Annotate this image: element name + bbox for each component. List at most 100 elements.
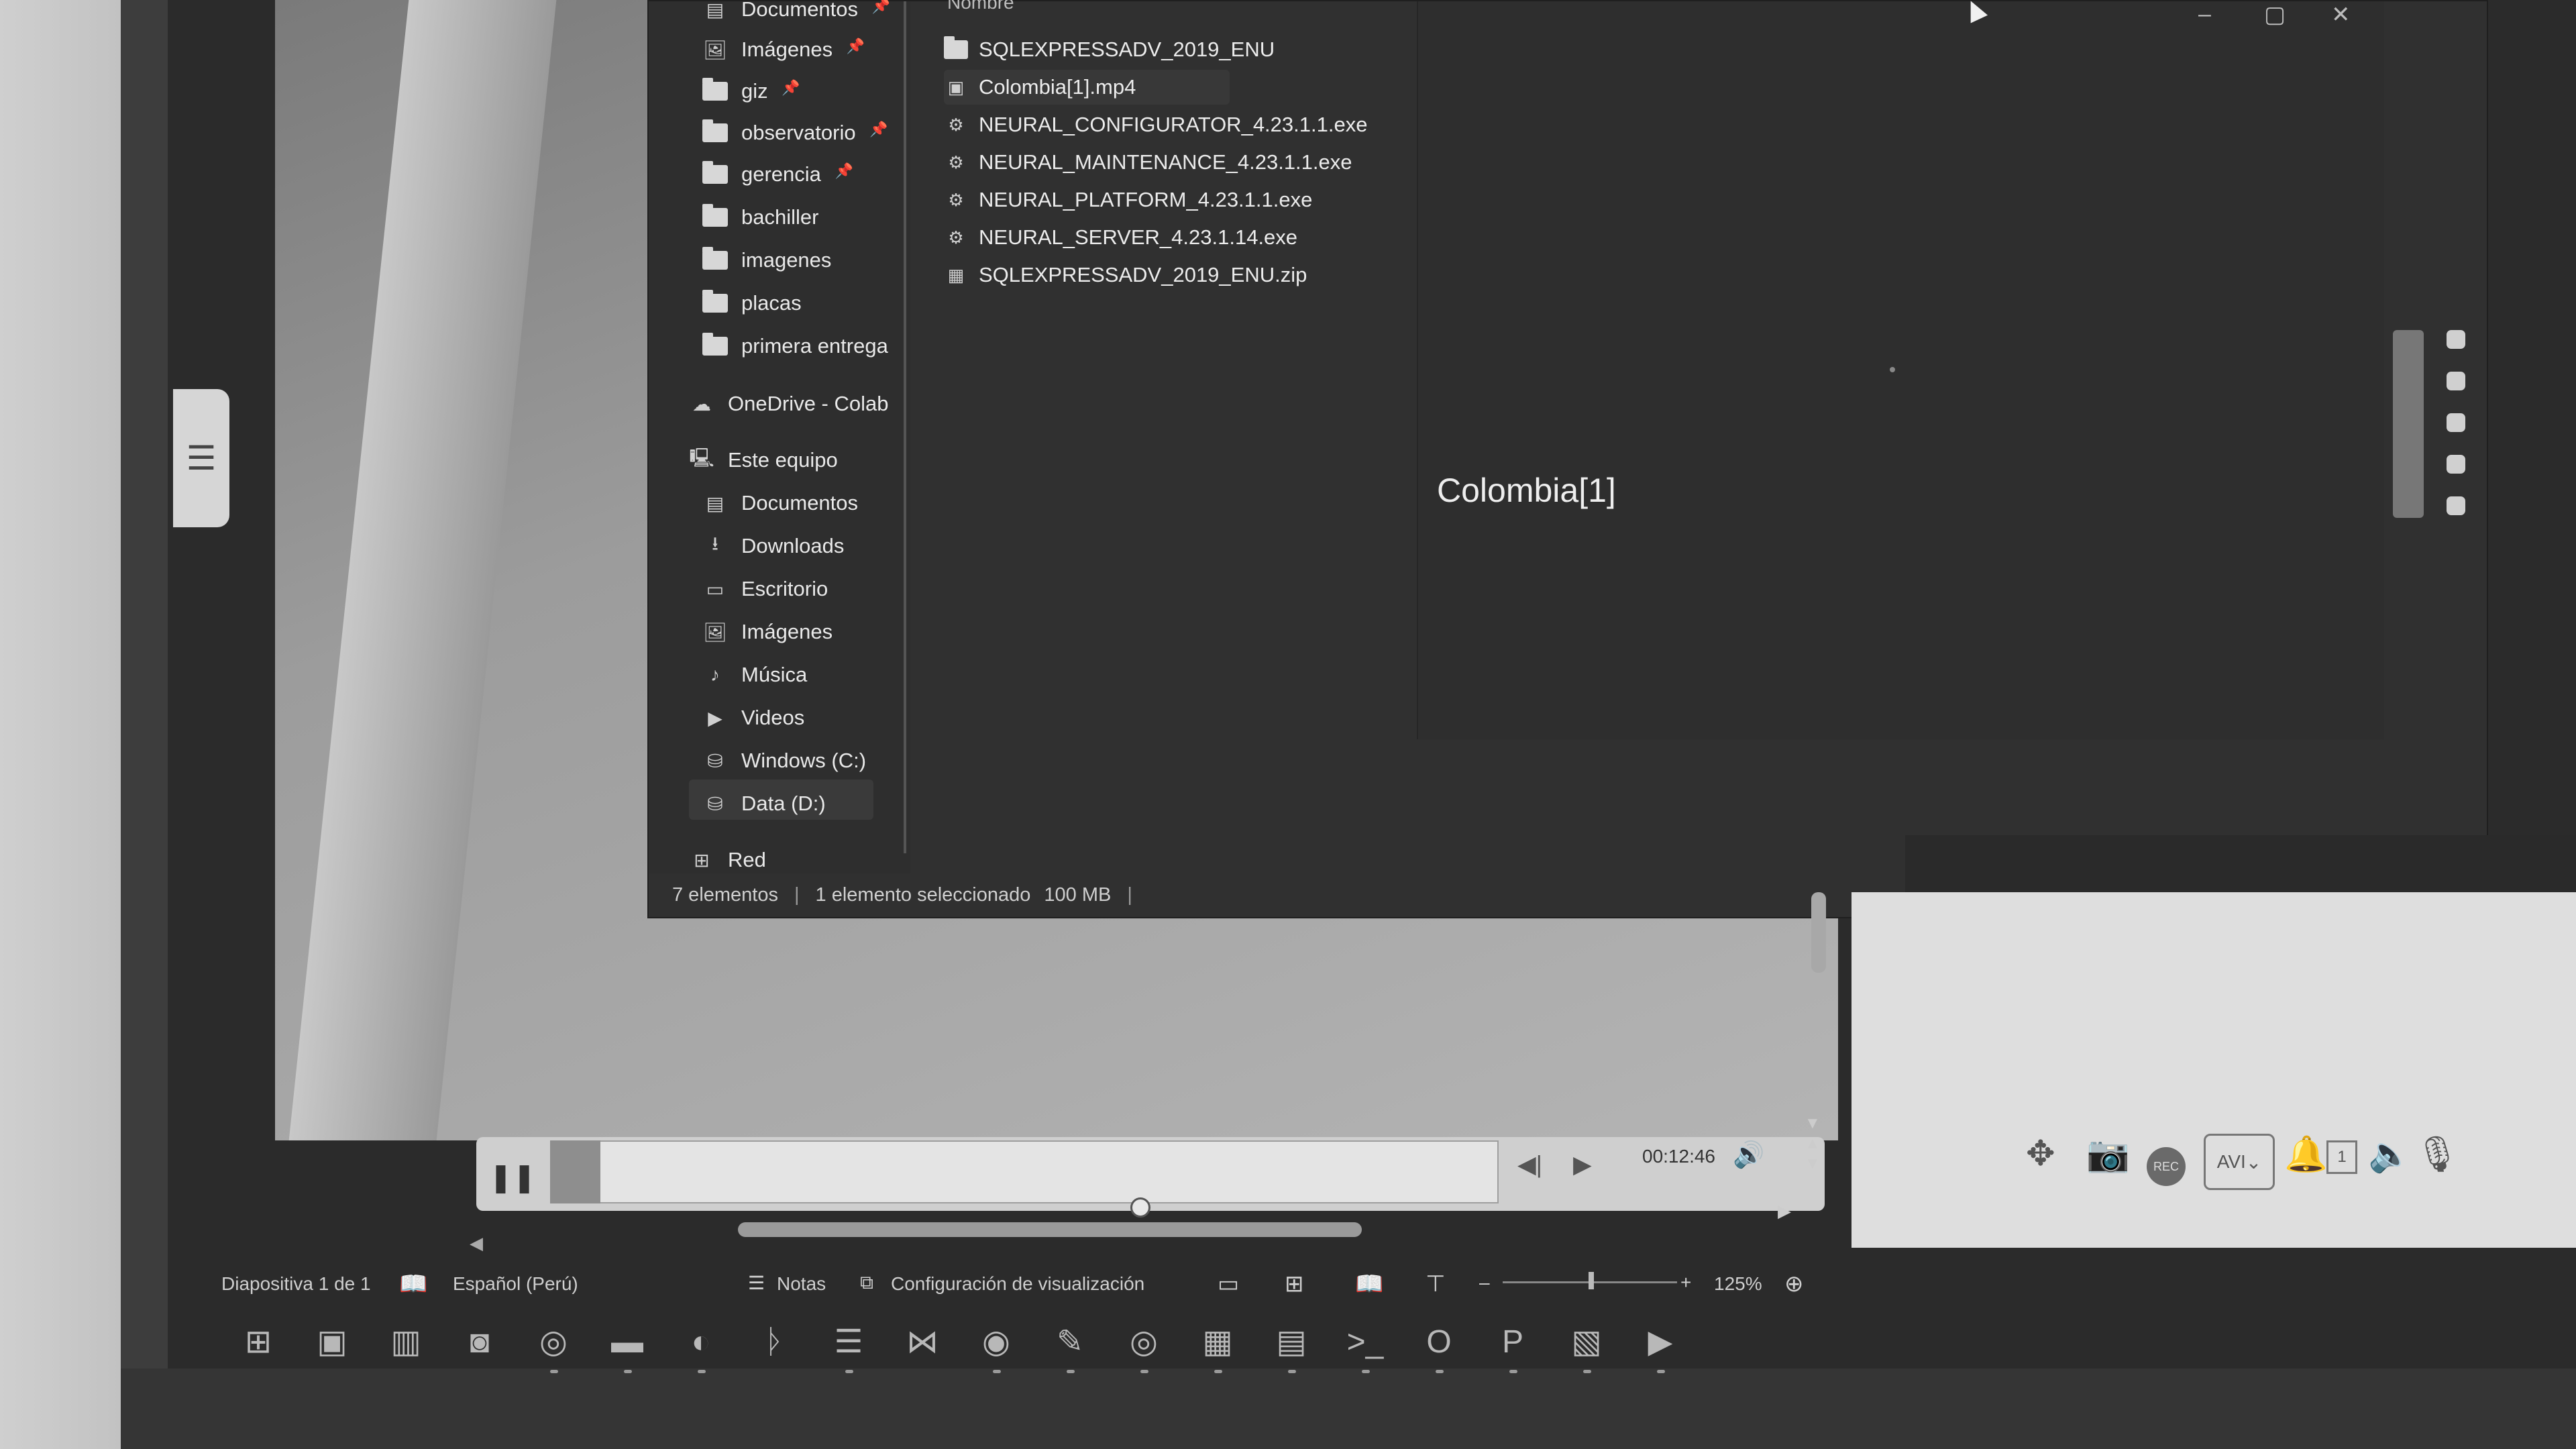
display-settings-icon[interactable]: ⧉ (860, 1272, 873, 1294)
speaker-icon[interactable]: 🔈 (2368, 1134, 2412, 1175)
meeting-control-panel (1851, 892, 2576, 1248)
zoom-level[interactable]: 125% (1714, 1273, 1762, 1295)
nav-item[interactable]: 🖳 Este equipo (689, 440, 837, 480)
outlook-icon[interactable]: O (1415, 1318, 1462, 1373)
pin-icon[interactable]: 📌 (835, 162, 853, 180)
scroll-arrows-icon[interactable]: ▼ ▲ ▼ (1805, 1114, 1821, 1174)
power-bi-icon[interactable]: ᚦ (751, 1318, 798, 1365)
strip-dot[interactable] (2447, 455, 2465, 474)
zip-file-icon: ▦ (947, 264, 965, 285)
terminal-icon[interactable]: >_ (1342, 1318, 1389, 1373)
camera-icon[interactable]: 📷 (2086, 1134, 2130, 1175)
file-row[interactable]: ⚙ NEURAL_CONFIGURATOR_4.23.1.1.exe (944, 107, 1367, 142)
app-window-icon[interactable]: ▧ (1563, 1318, 1610, 1373)
volume-icon[interactable]: 🔊 (1733, 1140, 1764, 1170)
file-row[interactable]: ⚙ NEURAL_SERVER_4.23.1.14.exe (944, 220, 1297, 255)
presenter-view-icon[interactable]: ⊤ (1426, 1271, 1446, 1297)
file-row[interactable]: ⚙ NEURAL_PLATFORM_4.23.1.1.exe (944, 182, 1312, 217)
nav-item[interactable]: gerencia 📌 (702, 154, 853, 195)
scroll-right-icon[interactable]: ▶ (1778, 1201, 1791, 1222)
pin-icon[interactable]: 📌 (782, 79, 800, 97)
notepad-icon[interactable]: ☰ (825, 1318, 872, 1373)
nav-item[interactable]: observatorio 📌 (702, 113, 888, 153)
media-player-icon[interactable]: ▶ (1637, 1318, 1684, 1373)
nav-item[interactable]: ⭳ Downloads (702, 526, 844, 566)
task-view-icon[interactable]: ▣ (309, 1318, 356, 1365)
remote-desktop-icon[interactable]: ▦ (1194, 1318, 1241, 1373)
display-settings-button[interactable]: Configuración de visualización (891, 1273, 1144, 1295)
format-dropdown[interactable]: AVI ⌄ (2204, 1134, 2275, 1190)
preview-scrollbar[interactable] (2393, 330, 2424, 518)
zoom-slider-thumb[interactable] (1589, 1272, 1594, 1289)
progress-bar[interactable] (550, 1140, 1499, 1203)
file-row[interactable]: ⚙ NEURAL_MAINTENANCE_4.23.1.1.exe (944, 145, 1352, 180)
nav-item[interactable]: ♪ Música (702, 655, 807, 695)
powerpoint-icon[interactable]: P (1489, 1318, 1536, 1373)
app-running-indicator (1657, 1370, 1665, 1373)
zoom-in-icon[interactable]: + (1680, 1272, 1691, 1293)
pin-icon[interactable]: 📌 (869, 121, 888, 138)
nav-item[interactable]: ▭ Escritorio (702, 569, 828, 609)
scroll-left-icon[interactable]: ◀ (470, 1233, 483, 1254)
nav-item[interactable]: placas (702, 283, 802, 323)
normal-view-icon[interactable]: ▭ (1218, 1271, 1239, 1297)
close-icon[interactable]: ✕ (2331, 1, 2351, 28)
nav-item[interactable]: 🖼 Imágenes 📌 (702, 30, 865, 70)
nav-item[interactable]: 🖼 Imágenes (702, 612, 833, 652)
language-indicator[interactable]: Español (Perú) (453, 1273, 578, 1295)
notes-icon[interactable]: ☰ (748, 1272, 765, 1294)
nav-item[interactable]: bachiller (702, 197, 818, 237)
nav-item[interactable]: giz 📌 (702, 71, 800, 111)
nav-item[interactable]: ▶ Videos (702, 698, 804, 738)
nav-item[interactable]: ▤ Documentos (702, 483, 858, 523)
record-button[interactable]: REC (2147, 1147, 2186, 1186)
meet-icon[interactable]: ◙ (456, 1318, 503, 1365)
start-icon[interactable]: ⊞ (235, 1318, 282, 1365)
play-next-icon[interactable]: ▶ (1573, 1150, 1592, 1179)
edge-icon[interactable]: ◐ (678, 1318, 724, 1373)
strip-dot[interactable] (2447, 330, 2465, 349)
chart-app-icon[interactable]: ▤ (1268, 1318, 1315, 1373)
nav-item[interactable]: ⛁ Windows (C:) (702, 741, 866, 781)
nav-item[interactable]: primera entrega (702, 326, 888, 366)
app-running-indicator (624, 1370, 632, 1373)
reading-view-icon[interactable]: 📖 (1355, 1271, 1383, 1297)
zoom-out-icon[interactable]: – (1479, 1272, 1490, 1293)
strip-dot[interactable] (2447, 413, 2465, 432)
app-running-indicator (550, 1370, 558, 1373)
visual-studio-icon[interactable]: ⋈ (899, 1318, 946, 1365)
widgets-icon[interactable]: ▥ (382, 1318, 429, 1365)
nav-pane-divider[interactable] (904, 1, 906, 853)
file-row[interactable]: ▦ SQLEXPRESSADV_2019_ENU.zip (944, 258, 1307, 292)
mic-muted-icon[interactable]: 🎙 (2415, 1134, 2459, 1175)
slide-sorter-icon[interactable]: ⊞ (1285, 1271, 1304, 1297)
strip-dot[interactable] (2447, 372, 2465, 390)
horizontal-scrollbar[interactable] (738, 1222, 1362, 1237)
pen-icon[interactable]: ✎ (1046, 1318, 1093, 1373)
nav-item[interactable]: ☁ OneDrive - Colab (689, 384, 888, 424)
file-explorer-icon[interactable]: ▬ (604, 1318, 651, 1373)
pause-icon[interactable]: ❚❚ (489, 1157, 536, 1196)
pin-icon[interactable]: 📌 (872, 0, 890, 15)
nav-item[interactable]: imagenes (702, 240, 831, 280)
rewind-icon[interactable]: ◀| (1517, 1150, 1542, 1179)
side-menu-handle[interactable]: ☰ (173, 389, 229, 527)
accessibility-icon[interactable]: 📖 (399, 1271, 427, 1297)
seek-slider-knob[interactable] (1130, 1197, 1150, 1218)
file-row[interactable]: ▣ Colombia[1].mp4 (944, 70, 1230, 105)
chrome-profile-icon[interactable]: ◎ (1120, 1318, 1167, 1373)
bell-icon[interactable]: 🔔 (2284, 1134, 2328, 1175)
nav-item[interactable]: ▤ Documentos 📌 (702, 0, 890, 30)
pin-icon[interactable]: 📌 (847, 38, 865, 55)
strip-dot[interactable] (2447, 496, 2465, 515)
nav-item[interactable]: ⛁ Data (D:) (702, 784, 825, 824)
maximize-icon[interactable]: ▢ (2264, 1, 2286, 28)
notes-button[interactable]: Notas (777, 1273, 826, 1295)
firefox-icon[interactable]: ◉ (973, 1318, 1020, 1373)
chrome-icon[interactable]: ◎ (530, 1318, 577, 1373)
minimize-icon[interactable]: – (2198, 1, 2211, 28)
vertical-scrollbar[interactable] (1811, 892, 1826, 973)
file-row[interactable]: SQLEXPRESSADV_2019_ENU (944, 32, 1275, 67)
fit-to-window-icon[interactable]: ⊕ (1784, 1271, 1804, 1297)
move-icon[interactable]: ✥ (2026, 1134, 2055, 1174)
